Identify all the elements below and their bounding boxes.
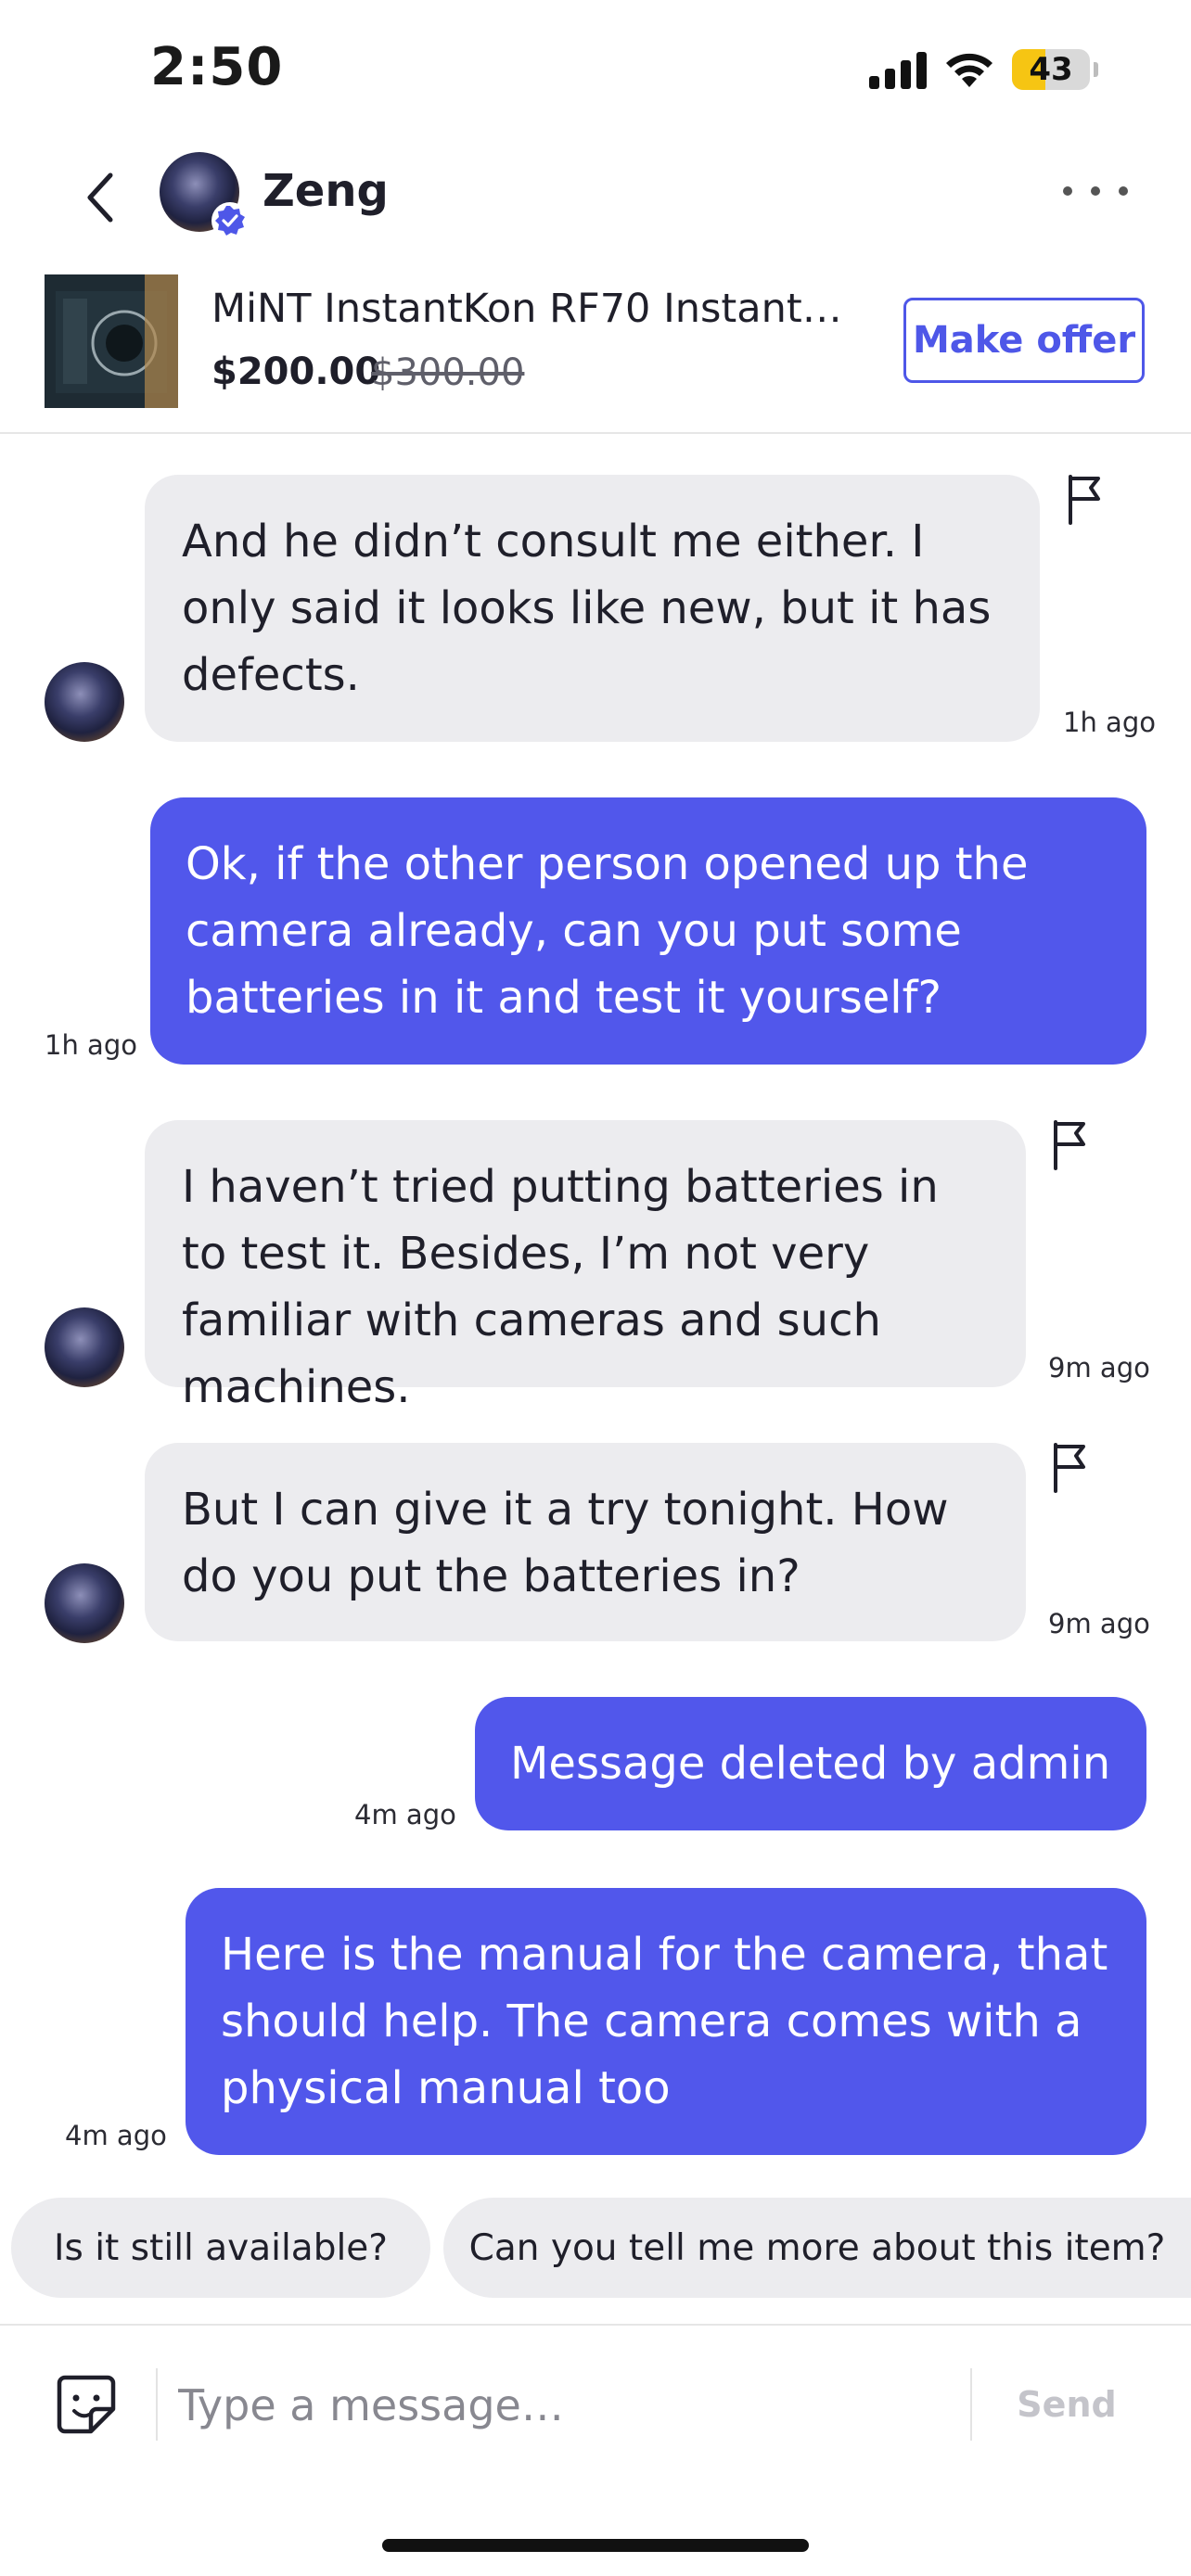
chevron-left-icon	[87, 172, 113, 223]
wifi-icon	[943, 50, 995, 89]
message-timestamp: 4m ago	[65, 2120, 167, 2151]
quick-reply-tell-me-more[interactable]: Can you tell me more about this item?	[443, 2198, 1191, 2298]
chat-header: Zeng	[0, 139, 1191, 250]
message-composer: Send	[0, 2324, 1191, 2483]
flag-icon[interactable]	[1065, 473, 1106, 525]
message-timestamp: 4m ago	[354, 1799, 456, 1830]
message-bubble-incoming[interactable]: And he didn’t consult me either. I only …	[145, 475, 1040, 742]
listing-original-price: $300.00	[371, 351, 525, 394]
message-bubble-outgoing[interactable]: Ok, if the other person opened up the ca…	[150, 797, 1146, 1065]
battery-percentage: 43	[1029, 51, 1073, 88]
more-options-button[interactable]	[1063, 172, 1128, 210]
seller-name[interactable]: Zeng	[263, 165, 389, 217]
listing-thumbnail[interactable]	[45, 274, 178, 408]
divider	[156, 2368, 158, 2441]
flag-icon[interactable]	[1050, 1118, 1091, 1170]
divider	[970, 2368, 972, 2441]
message-avatar	[45, 1307, 124, 1387]
flag-icon[interactable]	[1050, 1441, 1091, 1493]
message-avatar	[45, 662, 124, 742]
cellular-signal-icon	[869, 50, 927, 89]
status-icons: 43	[869, 46, 1098, 93]
make-offer-button[interactable]: Make offer	[903, 298, 1145, 383]
seller-avatar[interactable]	[160, 152, 249, 239]
message-avatar	[45, 1563, 124, 1643]
message-bubble-deleted[interactable]: Message deleted by admin	[475, 1697, 1146, 1830]
status-time: 2:50	[150, 37, 284, 97]
message-timestamp: 9m ago	[1048, 1352, 1150, 1384]
sticker-icon	[57, 2375, 116, 2434]
message-bubble-outgoing[interactable]: Here is the manual for the camera, that …	[186, 1888, 1146, 2155]
status-bar: 2:50 43	[0, 0, 1191, 139]
more-horizontal-icon	[1063, 186, 1072, 196]
listing-bar[interactable]: MiNT InstantKon RF70 Instant… $200.00 $3…	[0, 260, 1191, 434]
sticker-button[interactable]	[54, 2372, 119, 2437]
back-button[interactable]	[72, 165, 128, 230]
listing-price: $200.00	[211, 351, 381, 393]
message-bubble-incoming[interactable]: I haven’t tried putting batteries in to …	[145, 1120, 1026, 1413]
message-bubble-incoming[interactable]: But I can give it a try tonight. How do …	[145, 1443, 1026, 1641]
listing-title: MiNT InstantKon RF70 Instant…	[211, 286, 842, 332]
message-input[interactable]	[176, 2363, 950, 2448]
message-timestamp: 1h ago	[45, 1029, 137, 1061]
message-timestamp: 1h ago	[1063, 707, 1156, 738]
send-button[interactable]: Send	[992, 2370, 1141, 2439]
message-timestamp: 9m ago	[1048, 1608, 1150, 1639]
quick-reply-still-available[interactable]: Is it still available?	[11, 2198, 430, 2298]
home-indicator	[382, 2539, 809, 2552]
verified-check-icon	[211, 202, 249, 239]
battery-icon: 43	[1012, 49, 1098, 90]
